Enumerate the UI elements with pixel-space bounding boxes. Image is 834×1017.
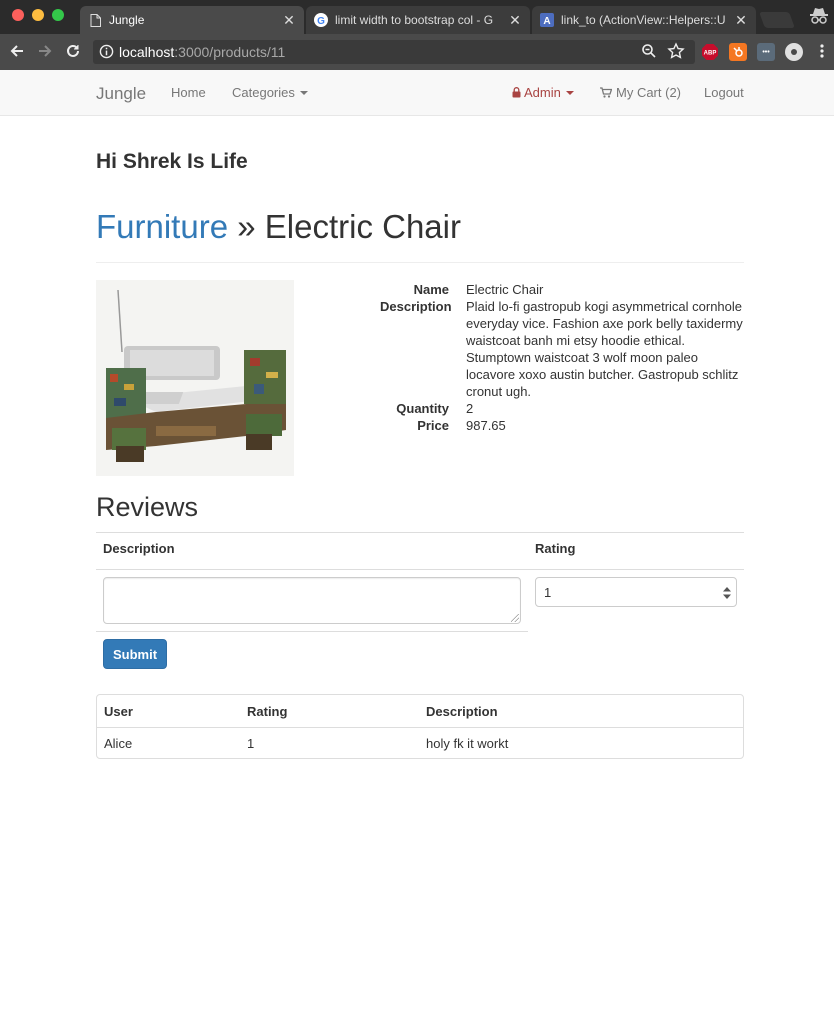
divider: [96, 532, 744, 533]
brand-link[interactable]: Jungle: [96, 84, 146, 104]
tab-title: link_to (ActionView::Helpers::U: [561, 13, 726, 27]
adblock-label: ABP: [704, 51, 717, 57]
submit-review-button[interactable]: Submit: [103, 639, 167, 669]
url-path: :3000/products/11: [174, 44, 286, 60]
bookmark-star-icon[interactable]: [667, 42, 685, 63]
resize-handle-icon[interactable]: [511, 614, 519, 622]
table-cell-rating: 1: [247, 736, 255, 751]
detail-label: Description: [380, 299, 452, 314]
address-bar[interactable]: localhost:3000/products/11: [93, 40, 695, 64]
divider: [96, 631, 528, 632]
breadcrumb-separator: »: [228, 208, 265, 245]
close-icon[interactable]: ✕: [734, 12, 748, 29]
url-host: localhost: [119, 44, 175, 60]
browser-tab-google[interactable]: G limit width to bootstrap col - G ✕: [306, 6, 530, 34]
incognito-icon: [808, 5, 830, 27]
reload-icon[interactable]: [62, 40, 84, 62]
reviews-heading: Reviews: [96, 492, 199, 522]
shopping-cart-icon: [600, 87, 612, 98]
lock-icon: [512, 87, 521, 98]
nav-cart-label: My Cart (2): [616, 85, 681, 100]
browser-tab-jungle[interactable]: Jungle ✕: [80, 6, 304, 34]
greeting-heading: Hi Shrek Is Life: [96, 150, 248, 173]
review-form-rating-header: Rating: [535, 541, 576, 556]
info-icon[interactable]: [99, 44, 114, 62]
google-icon: G: [314, 13, 328, 27]
back-arrow-icon[interactable]: [6, 40, 28, 62]
nav-home-link[interactable]: Home: [171, 85, 206, 100]
detail-row-name: Name Electric Chair: [380, 281, 744, 298]
table-header-description: Description: [426, 704, 498, 719]
browser-tab-apidock[interactable]: A link_to (ActionView::Helpers::U ✕: [532, 6, 756, 34]
svg-text:G: G: [317, 16, 325, 27]
detail-row-quantity: Quantity 2: [380, 400, 744, 417]
page-icon: [88, 13, 102, 27]
product-title: Electric Chair: [264, 208, 461, 245]
browser-tab-strip: Jungle ✕ G limit width to bootstrap col …: [0, 0, 834, 34]
reviews-table: User Rating Description Alice 1 holy fk …: [96, 694, 744, 759]
product-image: [96, 280, 294, 476]
detail-row-price: Price 987.65: [380, 417, 744, 434]
nav-categories-label: Categories: [232, 85, 295, 100]
tab-title: Jungle: [109, 13, 145, 27]
table-header-rating: Rating: [247, 704, 288, 719]
table-header-user: User: [104, 704, 133, 719]
caret-down-icon: [565, 90, 574, 95]
nav-cart-link[interactable]: My Cart (2): [600, 85, 681, 100]
table-cell-description: holy fk it workt: [426, 736, 509, 751]
zoom-icon[interactable]: [641, 43, 657, 62]
product-details: Name Electric Chair Description Plaid lo…: [380, 281, 744, 434]
close-icon[interactable]: ✕: [282, 12, 296, 29]
product-price: 987.65: [466, 418, 506, 433]
review-form-description-header: Description: [103, 541, 175, 556]
rating-selected-value: 1: [544, 585, 552, 600]
extension-dots-label: •••: [762, 48, 770, 56]
adblock-plus-icon[interactable]: ABP: [701, 43, 719, 61]
extension-dots-icon[interactable]: •••: [757, 43, 775, 61]
page-title: Furniture » Electric Chair: [96, 208, 744, 246]
table-cell-user: Alice: [104, 736, 133, 751]
divider: [96, 569, 744, 570]
select-arrows-icon: [723, 586, 731, 600]
product-name: Electric Chair: [466, 282, 544, 297]
svg-text:A: A: [543, 16, 550, 27]
maximize-window-button[interactable]: [52, 9, 64, 21]
detail-label: Price: [417, 418, 449, 433]
close-window-button[interactable]: [12, 9, 24, 21]
new-tab-button[interactable]: [759, 12, 795, 28]
review-description-textarea[interactable]: [103, 577, 521, 624]
detail-label: Quantity: [396, 401, 449, 416]
page-header: Furniture » Electric Chair: [96, 208, 744, 263]
forward-arrow-icon[interactable]: [34, 40, 56, 62]
site-navbar: Jungle Home Categories Admin My Cart (2)…: [0, 70, 834, 116]
detail-label: Name: [413, 282, 449, 297]
nav-admin-label: Admin: [524, 85, 561, 100]
divider: [97, 727, 743, 728]
chrome-menu-icon[interactable]: [811, 40, 833, 62]
extension-circle-icon[interactable]: [785, 43, 803, 61]
detail-row-description: Description Plaid lo-fi gastropub kogi a…: [380, 298, 744, 400]
tab-title: limit width to bootstrap col - G: [335, 13, 494, 27]
apidock-icon: A: [540, 13, 554, 27]
product-description: Plaid lo-fi gastropub kogi asymmetrical …: [466, 299, 743, 399]
hubspot-icon[interactable]: [729, 43, 747, 61]
nav-categories-dropdown[interactable]: Categories: [232, 85, 308, 100]
review-rating-select[interactable]: 1: [535, 577, 737, 607]
product-quantity: 2: [466, 401, 474, 416]
nav-logout-link[interactable]: Logout: [704, 85, 744, 100]
caret-down-icon: [299, 90, 308, 95]
category-link[interactable]: Furniture: [96, 208, 228, 245]
nav-admin-dropdown[interactable]: Admin: [512, 85, 574, 100]
close-icon[interactable]: ✕: [508, 12, 522, 29]
minimize-window-button[interactable]: [32, 9, 44, 21]
url-text: localhost:3000/products/11: [119, 44, 285, 60]
